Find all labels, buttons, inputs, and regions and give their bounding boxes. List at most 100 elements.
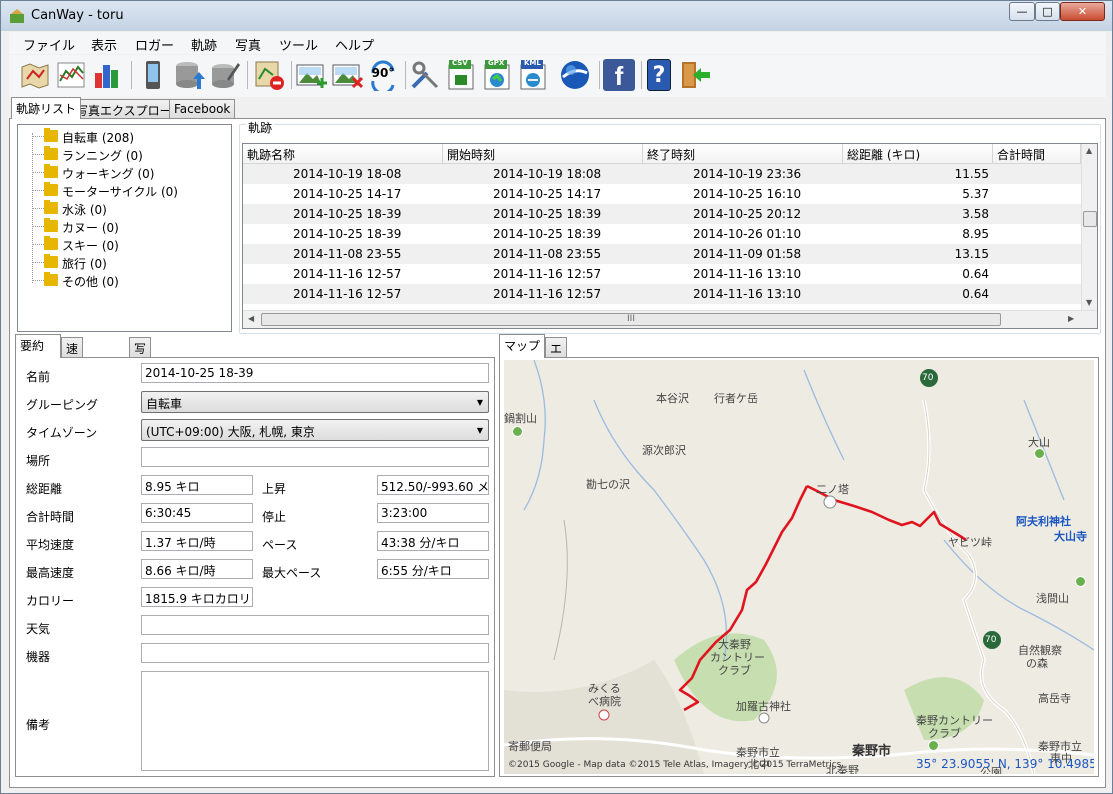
table-cell: 2014-10-25 18:39 <box>493 227 602 241</box>
track-hscroll-thumb[interactable]: III <box>261 313 1001 326</box>
table-row[interactable]: 2014-10-25 18-39 2014-10-25 18:39 2014-10-… <box>243 224 1081 244</box>
col-total-time[interactable]: 合計時間 <box>993 144 1081 164</box>
folder-icon <box>44 164 58 178</box>
table-row[interactable]: 2014-11-16 12-57 2014-11-16 12:57 2014-11-… <box>243 284 1081 304</box>
calorie-field[interactable]: 1815.9 キロカロリー <box>141 587 253 607</box>
close-button[interactable]: ✕ <box>1060 2 1105 21</box>
max-speed-field[interactable]: 8.66 キロ/時 <box>141 559 253 579</box>
stop-field[interactable]: 3:23:00 <box>377 503 489 523</box>
track-vscroll-thumb[interactable] <box>1083 211 1097 227</box>
table-cell: 2014-11-16 12-57 <box>293 287 402 301</box>
menu-help[interactable]: ヘルプ <box>335 35 374 54</box>
map-view[interactable]: 70 70 本谷沢 行者ケ岳 鍋割山 源次郎沢 勘七の沢 二ノ塔 ヤビツ峠 阿夫… <box>504 360 1094 774</box>
table-cell-distance: 3.58 <box>962 207 989 221</box>
minimize-button[interactable]: — <box>1009 2 1035 21</box>
table-cell: 2014-10-25 14-17 <box>293 187 402 201</box>
tab-summary[interactable]: 要約 <box>15 334 61 358</box>
map-attribution: ©2015 Google - Map data ©2015 Tele Atlas… <box>508 760 842 770</box>
google-earth-icon[interactable] <box>559 59 591 91</box>
database-upload-icon[interactable] <box>173 59 205 91</box>
menu-track[interactable]: 軌跡 <box>191 35 217 54</box>
name-field[interactable]: 2014-10-25 18-39 <box>141 363 489 383</box>
facebook-icon[interactable]: f <box>603 59 635 91</box>
photo-add-icon[interactable] <box>295 59 327 91</box>
timezone-label: タイムゾーン <box>26 426 98 440</box>
track-rows: 2014-10-19 18-08 2014-10-19 18:08 2014-10-… <box>243 164 1081 310</box>
app-icon <box>10 9 24 23</box>
tab-speed-altitude[interactable]: 速度 / 高度 <box>61 337 84 421</box>
map-label: 加羅古神社 <box>736 700 791 713</box>
table-cell: 2014-11-16 12:57 <box>493 267 602 281</box>
grouping-value: 自転車 <box>146 397 183 411</box>
table-row[interactable]: 2014-11-08 23-55 2014-11-08 23:55 2014-11-… <box>243 244 1081 264</box>
photo-delete-icon[interactable] <box>331 59 363 91</box>
table-cell-distance: 0.64 <box>962 287 989 301</box>
table-cell: 2014-11-08 23:55 <box>493 247 602 261</box>
table-cell-distance: 0.64 <box>962 267 989 281</box>
csv-export-icon[interactable]: CSV <box>445 59 477 91</box>
tree-item-label: カヌー (0) <box>62 221 119 235</box>
table-cell: 2014-10-19 18:08 <box>493 167 602 181</box>
bar-chart-icon[interactable] <box>91 59 123 91</box>
tab-editor[interactable]: エディタ <box>545 337 568 407</box>
mountain-icon <box>1075 576 1086 587</box>
chart-line-icon[interactable] <box>55 59 87 91</box>
track-hscroll[interactable]: ◀ III ▶ <box>243 310 1097 328</box>
table-row[interactable]: 2014-11-16 12-57 2014-11-16 12:57 2014-11-… <box>243 264 1081 284</box>
col-distance[interactable]: 総距離 (キロ) <box>843 144 993 164</box>
help-icon[interactable]: ? <box>647 59 671 91</box>
map-icon[interactable] <box>19 59 51 91</box>
weather-field[interactable] <box>141 615 489 635</box>
table-cell: 2014-11-16 12-57 <box>293 267 402 281</box>
distance-field[interactable]: 8.95 キロ <box>141 475 253 495</box>
col-start-time[interactable]: 開始時刻 <box>443 144 643 164</box>
timezone-select[interactable]: (UTC+09:00) 大阪, 札幌, 東京 ▼ <box>141 419 489 441</box>
menu-view[interactable]: 表示 <box>91 35 117 54</box>
window-title: CanWay - toru <box>31 8 124 23</box>
map-panel: 70 70 本谷沢 行者ケ岳 鍋割山 源次郎沢 勘七の沢 二ノ塔 ヤビツ峠 阿夫… <box>499 357 1099 777</box>
max-pace-label: 最大ペース <box>262 566 322 580</box>
avg-speed-field[interactable]: 1.37 キロ/時 <box>141 531 253 551</box>
col-end-time[interactable]: 終了時刻 <box>643 144 843 164</box>
menu-logger[interactable]: ロガー <box>135 35 174 54</box>
tree-item-label: 水泳 (0) <box>62 203 107 217</box>
table-cell: 2014-11-16 12:57 <box>493 287 602 301</box>
total-time-field[interactable]: 6:30:45 <box>141 503 253 523</box>
ascent-field[interactable]: 512.50/-993.60 メ <box>377 475 489 495</box>
tab-detail-photo[interactable]: 写真 <box>129 337 152 373</box>
tab-facebook[interactable]: Facebook <box>169 99 236 119</box>
route-70-badge-2: 70 <box>985 635 997 645</box>
menu-file[interactable]: ファイル <box>23 35 75 54</box>
pace-field[interactable]: 43:38 分/キロ <box>377 531 489 551</box>
tree-item-label: その他 (0) <box>62 275 119 289</box>
database-edit-icon[interactable] <box>209 59 241 91</box>
menu-tools[interactable]: ツール <box>279 35 318 54</box>
tab-map[interactable]: マップ <box>499 334 545 358</box>
place-field[interactable] <box>141 447 489 467</box>
map-delete-icon[interactable] <box>253 59 285 91</box>
table-row[interactable]: 2014-10-25 14-17 2014-10-25 14:17 2014-10-… <box>243 184 1081 204</box>
grouping-select[interactable]: 自転車 ▼ <box>141 391 489 413</box>
distance-label: 総距離 <box>26 482 63 496</box>
kml-export-icon[interactable]: KML <box>517 59 549 91</box>
col-track-name[interactable]: 軌跡名称 <box>243 144 443 164</box>
track-vscroll[interactable]: ▲ ▼ <box>1081 144 1097 310</box>
tab-track-list[interactable]: 軌跡リスト <box>11 97 82 119</box>
gpx-export-icon[interactable]: GPX <box>481 59 513 91</box>
device-icon[interactable] <box>137 59 169 91</box>
maximize-button[interactable]: □ <box>1035 2 1060 21</box>
device-field[interactable] <box>141 643 489 663</box>
rotate-90-icon[interactable]: 90° <box>367 59 399 91</box>
table-row[interactable]: 2014-10-25 18-39 2014-10-25 18:39 2014-10-… <box>243 204 1081 224</box>
tools-icon[interactable] <box>409 59 441 91</box>
max-pace-field[interactable]: 6:55 分/キロ <box>377 559 489 579</box>
exit-icon[interactable] <box>679 59 711 91</box>
stop-label: 停止 <box>262 510 287 524</box>
menu-photo[interactable]: 写真 <box>235 35 261 54</box>
tree-item-label: ウォーキング (0) <box>62 167 155 181</box>
gpx-label: GPX <box>488 59 505 67</box>
name-label: 名前 <box>26 370 51 384</box>
folder-icon <box>44 146 58 160</box>
notes-field[interactable] <box>141 671 489 771</box>
table-row[interactable]: 2014-10-19 18-08 2014-10-19 18:08 2014-10-… <box>243 164 1081 184</box>
